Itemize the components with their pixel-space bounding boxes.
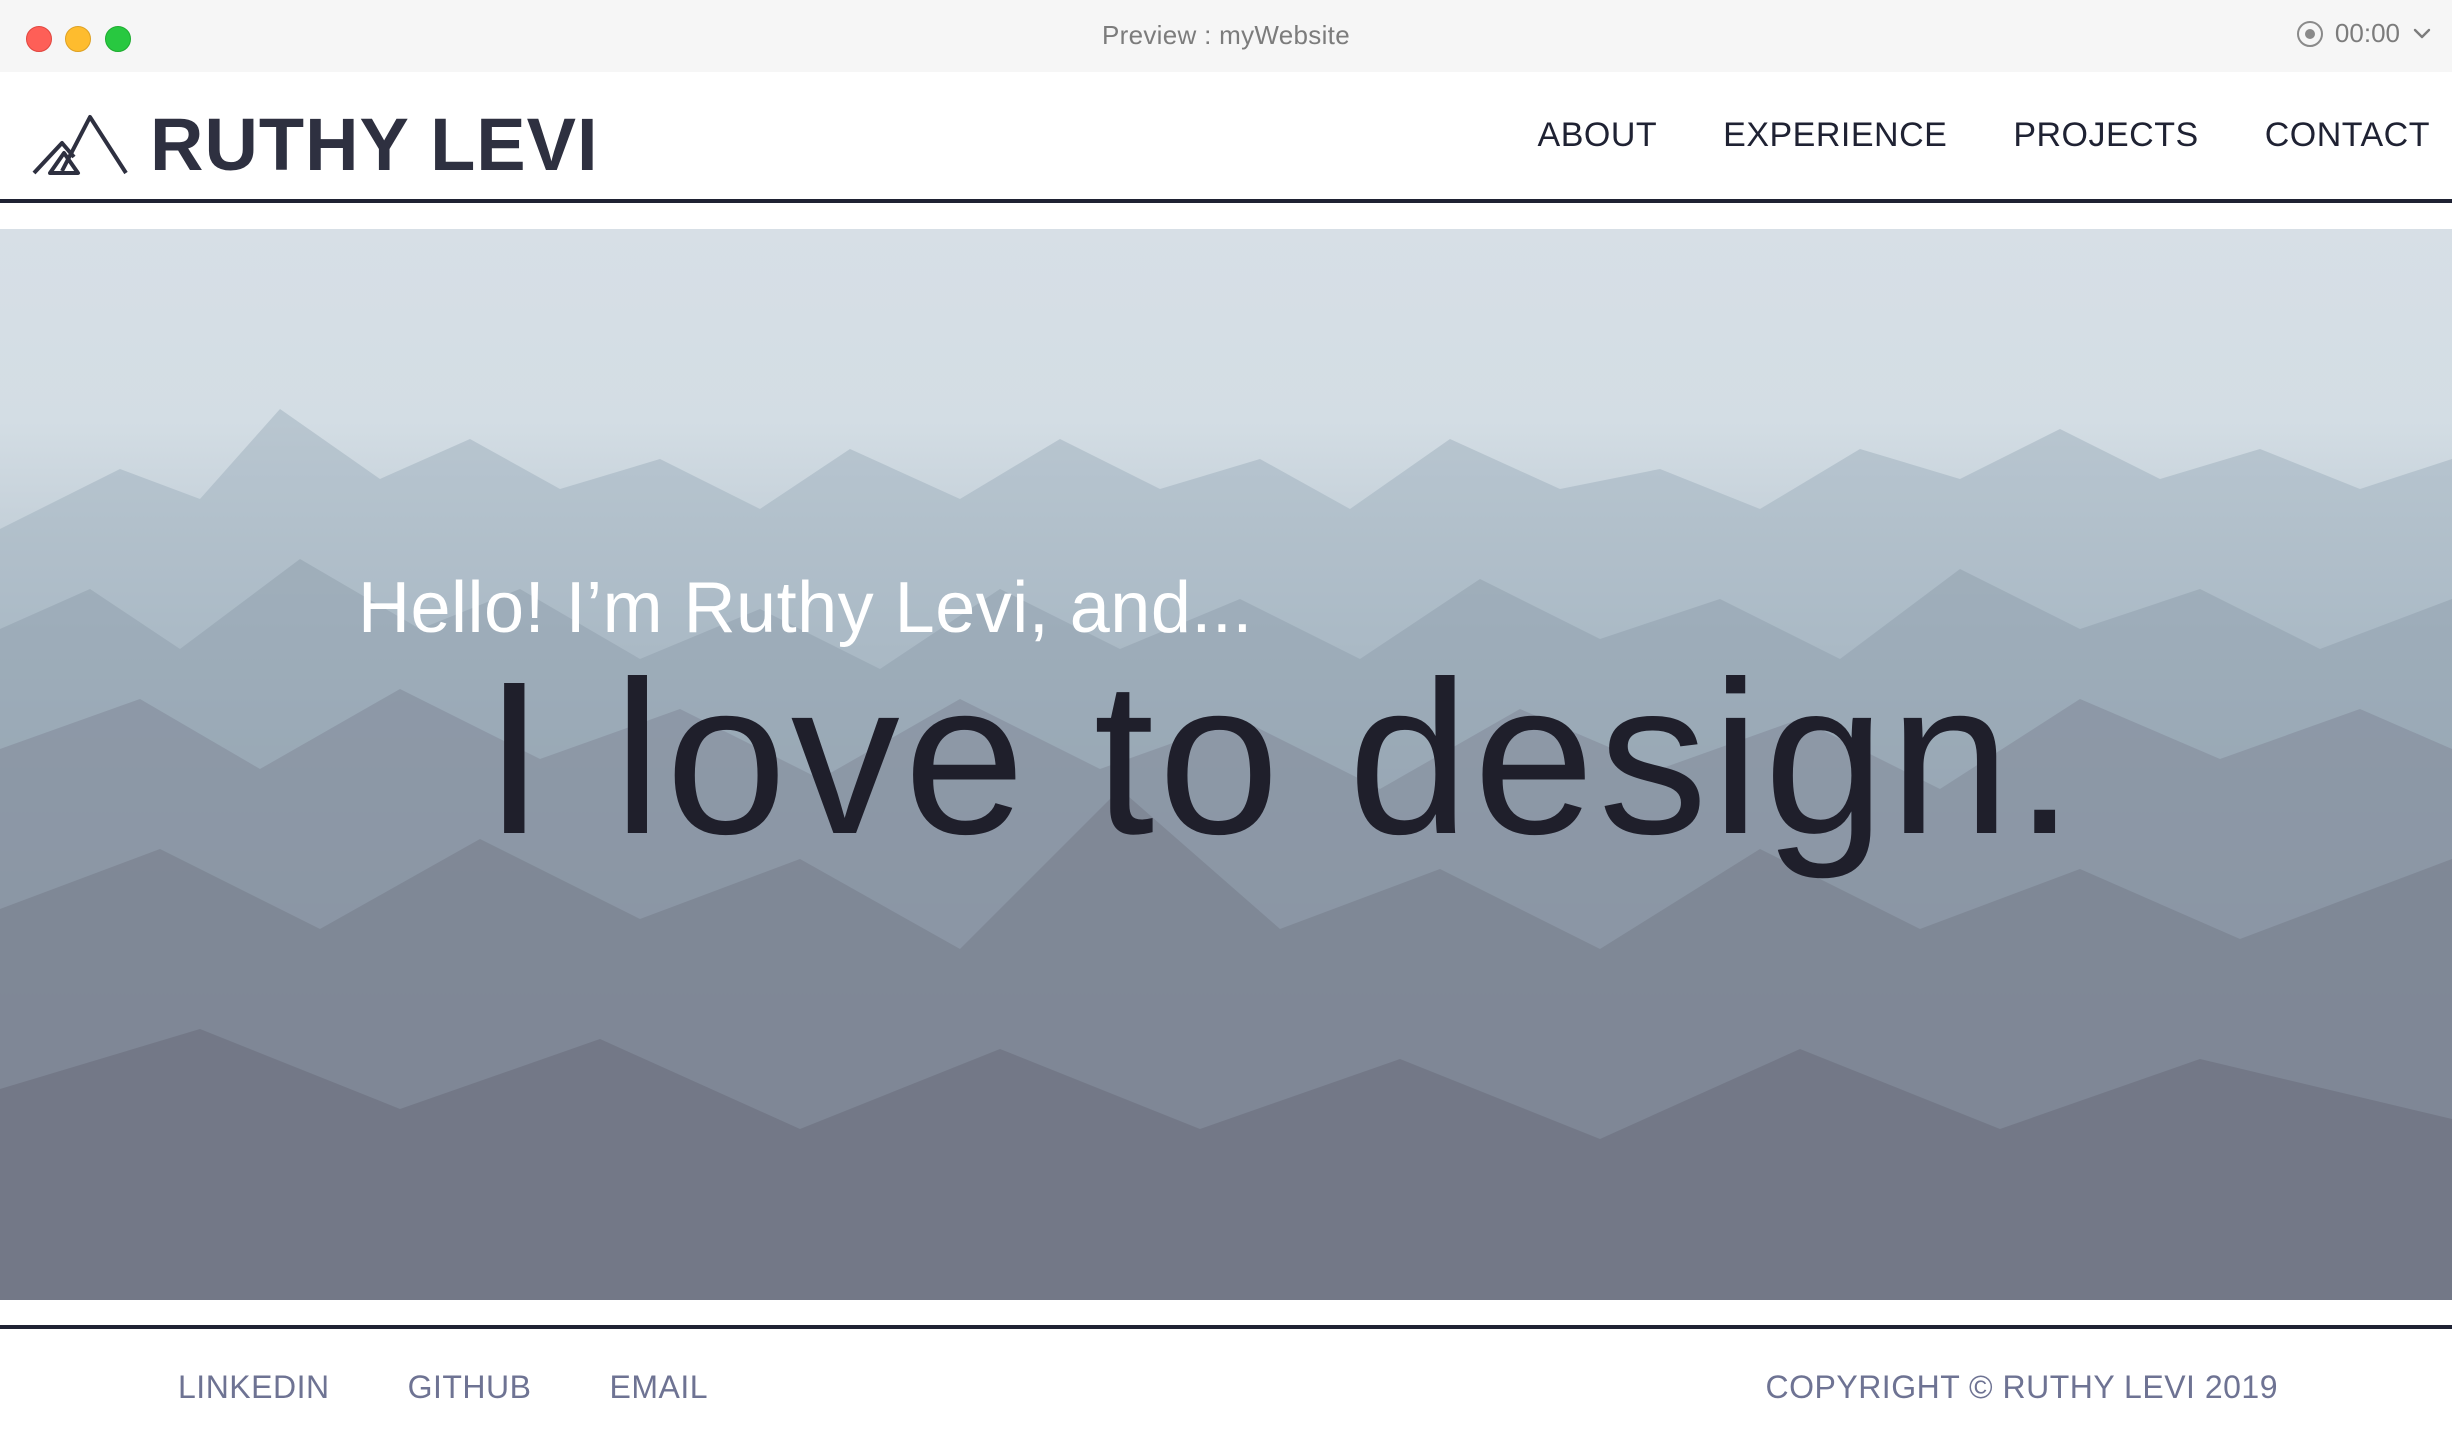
nav-experience[interactable]: EXPERIENCE	[1723, 116, 1947, 155]
copyright-text: COPYRIGHT © RUTHY LEVI 2019	[1765, 1369, 2278, 1405]
record-icon	[2296, 20, 2323, 47]
main-nav: ABOUT EXPERIENCE PROJECTS CONTACT	[1538, 116, 2430, 155]
hero-section: Hello! I’m Ruthy Levi, and... I love to …	[0, 229, 2452, 1300]
site-logo[interactable]: RUTHY LEVI	[32, 108, 599, 182]
footer-link-github[interactable]: GITHUB	[408, 1369, 532, 1406]
chevron-down-icon[interactable]	[2412, 24, 2432, 44]
title-bar: Preview : myWebsite 00:00	[0, 0, 2452, 73]
nav-contact[interactable]: CONTACT	[2265, 116, 2430, 155]
recording-timer[interactable]: 00:00	[2296, 18, 2432, 49]
social-links: LINKEDIN GITHUB EMAIL	[178, 1369, 708, 1406]
hero-headline: I love to design.	[484, 637, 2079, 880]
header-divider	[0, 199, 2452, 203]
nav-about[interactable]: ABOUT	[1538, 116, 1658, 155]
nav-projects[interactable]: PROJECTS	[2013, 116, 2198, 155]
site-header: RUTHY LEVI ABOUT EXPERIENCE PROJECTS CON…	[0, 72, 2452, 200]
window-title: Preview : myWebsite	[1102, 20, 1350, 50]
mountain-logo-icon	[32, 115, 128, 175]
footer-link-email[interactable]: EMAIL	[609, 1369, 708, 1406]
site-footer: LINKEDIN GITHUB EMAIL COPYRIGHT © RUTHY …	[0, 1329, 2452, 1454]
site-title: RUTHY LEVI	[150, 103, 599, 186]
footer-link-linkedin[interactable]: LINKEDIN	[178, 1369, 330, 1406]
app-window: Preview : myWebsite 00:00 RUTHY LEVI ABO…	[0, 0, 2452, 1454]
timer-label: 00:00	[2334, 18, 2400, 48]
